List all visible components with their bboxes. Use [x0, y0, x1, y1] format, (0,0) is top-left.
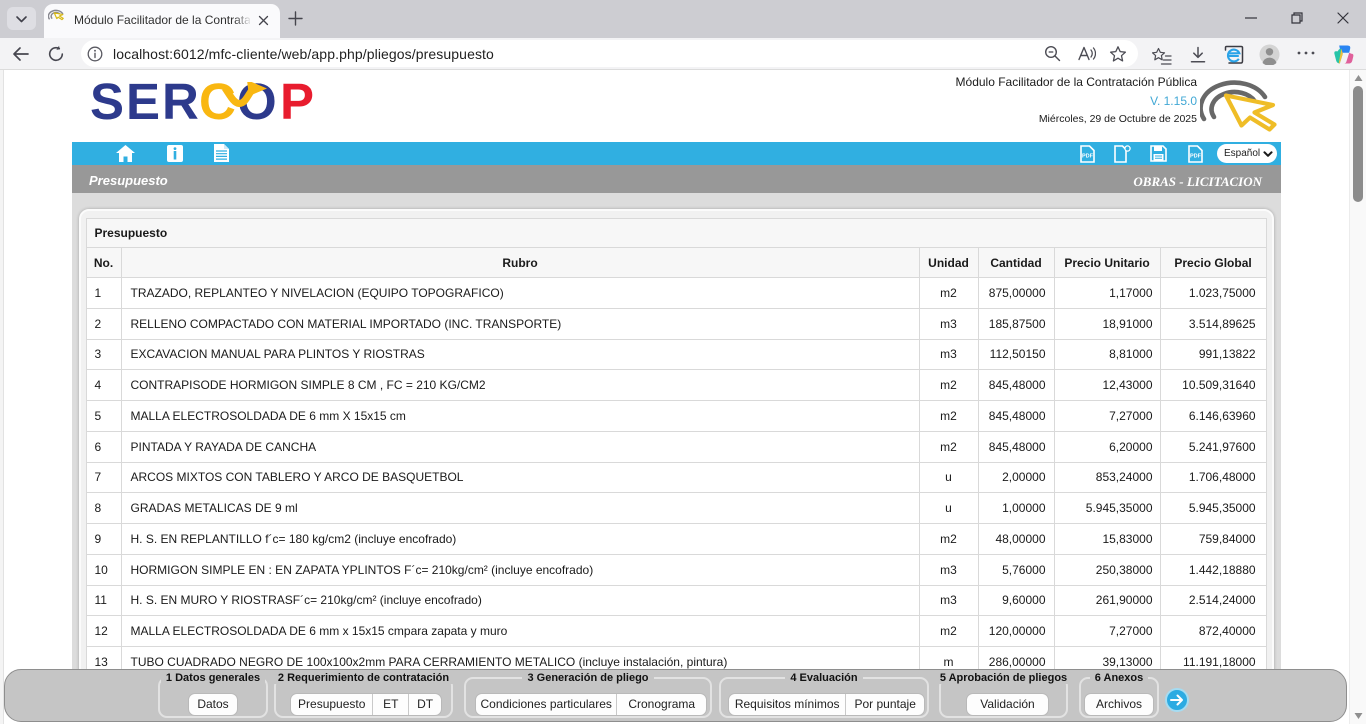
svg-text:PDF: PDF — [1082, 153, 1094, 159]
svg-text:PDF: PDF — [1190, 153, 1202, 159]
svg-text:SER: SER — [90, 82, 201, 124]
svg-text:C: C — [199, 82, 236, 124]
svg-text:P: P — [280, 82, 314, 124]
